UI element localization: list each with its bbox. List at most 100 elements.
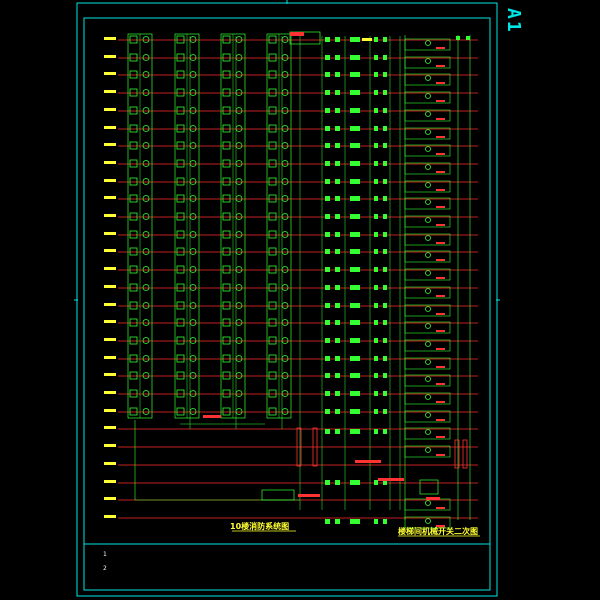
- detector-symbol: [129, 35, 138, 44]
- switch-symbol: [425, 75, 431, 81]
- switch-label-mark: [436, 242, 445, 244]
- module-symbol: [281, 408, 289, 415]
- switch-symbol: [425, 429, 431, 435]
- right-device-symbol: [374, 232, 378, 237]
- module-symbol: [281, 284, 289, 291]
- right-device-symbol: [383, 55, 387, 60]
- right-device-symbol: [383, 303, 387, 308]
- title-block-mark-1: 1: [103, 551, 107, 558]
- right-device-symbol: [374, 267, 378, 272]
- module-symbol: [142, 408, 150, 415]
- right-device-symbol: [383, 72, 387, 77]
- detector-symbol: [176, 177, 185, 186]
- middle-device-symbol: [350, 126, 355, 131]
- module-symbol: [142, 107, 150, 114]
- annotation-mark: [203, 415, 221, 418]
- module-symbol: [281, 231, 289, 238]
- module-symbol: [189, 248, 197, 255]
- floor-level-marker: [104, 303, 116, 306]
- stair-panel: [419, 479, 439, 495]
- switch-symbol: [425, 40, 431, 46]
- module-symbol: [189, 160, 197, 167]
- detector-symbol: [176, 212, 185, 221]
- middle-device-symbol: [325, 391, 330, 396]
- middle-device-symbol: [350, 179, 355, 184]
- middle-device-symbol: [355, 214, 360, 219]
- detector-symbol: [268, 70, 277, 79]
- middle-device-symbol: [325, 429, 330, 434]
- middle-device-symbol: [355, 391, 360, 396]
- detector-symbol: [176, 106, 185, 115]
- detector-symbol: [176, 124, 185, 133]
- middle-device-symbol: [325, 232, 330, 237]
- detector-symbol: [222, 70, 231, 79]
- module-symbol: [281, 337, 289, 344]
- switch-symbol: [425, 341, 431, 347]
- floor-level-marker: [104, 232, 116, 235]
- module-symbol: [142, 178, 150, 185]
- module-symbol: [142, 213, 150, 220]
- switch-symbol: [425, 129, 431, 135]
- module-symbol: [189, 231, 197, 238]
- middle-device-symbol: [350, 72, 355, 77]
- module-symbol: [235, 54, 243, 61]
- module-symbol: [281, 390, 289, 397]
- middle-device-symbol: [325, 373, 330, 378]
- middle-device-symbol: [355, 143, 360, 148]
- module-symbol: [142, 284, 150, 291]
- middle-device-symbol: [325, 214, 330, 219]
- module-symbol: [235, 160, 243, 167]
- annotation-mark: [298, 494, 320, 497]
- middle-device-symbol: [355, 55, 360, 60]
- middle-device-symbol: [350, 338, 355, 343]
- module-symbol: [235, 390, 243, 397]
- module-symbol: [281, 54, 289, 61]
- module-symbol: [189, 178, 197, 185]
- middle-device-symbol: [350, 303, 355, 308]
- right-device-symbol: [383, 90, 387, 95]
- switch-symbol: [425, 252, 431, 258]
- middle-device-symbol: [335, 409, 340, 414]
- right-device-symbol: [383, 196, 387, 201]
- detector-symbol: [222, 124, 231, 133]
- module-symbol: [235, 107, 243, 114]
- middle-device-symbol: [335, 303, 340, 308]
- detector-symbol: [222, 88, 231, 97]
- middle-device-symbol: [335, 373, 340, 378]
- detector-symbol: [268, 194, 277, 203]
- detector-symbol: [222, 301, 231, 310]
- module-symbol: [142, 390, 150, 397]
- switch-symbol: [425, 111, 431, 117]
- right-device-symbol: [374, 126, 378, 131]
- middle-device-symbol: [335, 429, 340, 434]
- middle-device-symbol: [335, 108, 340, 113]
- right-device-symbol: [374, 214, 378, 219]
- detector-symbol: [268, 336, 277, 345]
- annotation-mark: [355, 460, 381, 463]
- right-device-symbol: [383, 143, 387, 148]
- floor-level-marker: [104, 480, 116, 483]
- right-device-symbol: [374, 356, 378, 361]
- detector-symbol: [268, 88, 277, 97]
- detector-symbol: [222, 159, 231, 168]
- floor-level-marker: [104, 72, 116, 75]
- middle-device-symbol: [355, 179, 360, 184]
- detector-symbol: [176, 407, 185, 416]
- floor-level-markers: [104, 37, 372, 518]
- detector-symbol: [222, 407, 231, 416]
- detector-symbol: [222, 283, 231, 292]
- module-symbol: [189, 89, 197, 96]
- detector-symbol: [268, 371, 277, 380]
- middle-device-symbol: [325, 108, 330, 113]
- module-symbol: [281, 302, 289, 309]
- drawing-canvas: [74, 0, 500, 597]
- floor-level-marker: [104, 214, 116, 217]
- detector-symbol: [268, 230, 277, 239]
- detector-symbol: [176, 371, 185, 380]
- switch-symbol: [425, 270, 431, 276]
- switch-label-mark: [436, 189, 445, 191]
- middle-device-symbol: [335, 161, 340, 166]
- detector-symbol: [176, 194, 185, 203]
- right-device-symbol: [383, 373, 387, 378]
- detector-symbol: [222, 247, 231, 256]
